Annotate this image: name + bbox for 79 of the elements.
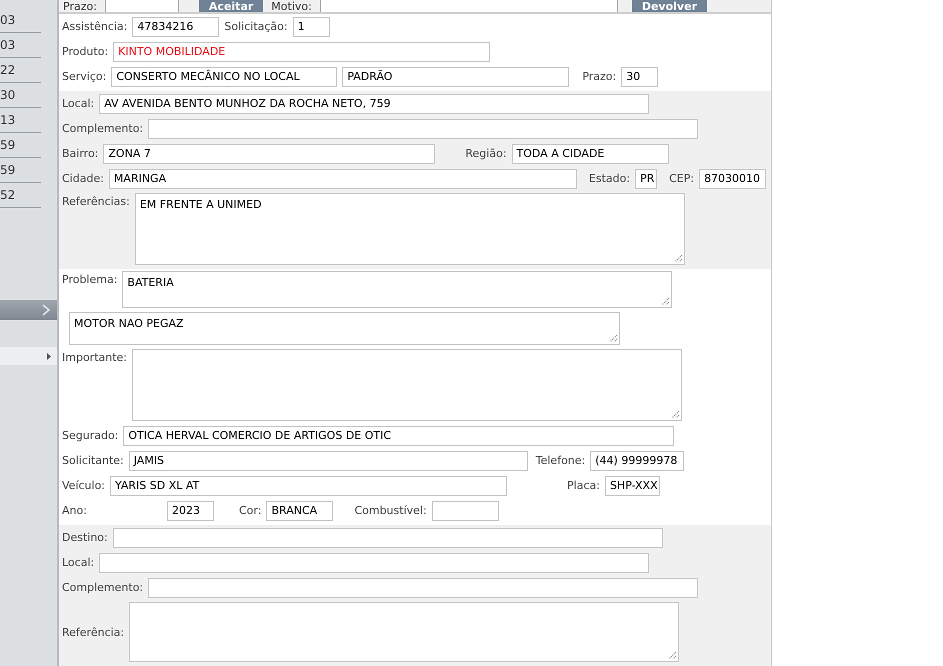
text-field[interactable]: AV AVENIDA BENTO MUNHOZ DA ROCHA NETO, 759 [99,94,650,114]
text-field[interactable]: 2023 [167,500,214,520]
field-label: Combustível: [354,504,427,517]
sidebar-item[interactable]: 30 [0,88,16,102]
text-field[interactable] [148,578,698,598]
collapse-bar[interactable] [0,300,57,320]
field-label: Prazo: [582,70,616,83]
text-field[interactable] [112,528,663,548]
text-field[interactable]: PR [635,168,658,188]
field-label: Problema: [62,273,118,286]
field-label: Região: [465,147,507,160]
chevron-right-icon [42,304,51,316]
text-field[interactable]: JAMIS [128,450,528,470]
text-area[interactable]: BATERIA [122,271,672,308]
text-field[interactable]: SHP-XXX [604,476,660,496]
field-label: Serviço: [62,70,106,83]
field-label: CEP: [669,172,694,185]
text-field[interactable]: CONSERTO MECÂNICO NO LOCAL [111,66,338,86]
text-field[interactable] [148,118,698,138]
triangle-right-icon [47,352,51,360]
field-label: Estado: [588,172,630,185]
field-label: Complemento: [62,581,144,594]
text-field[interactable]: ZONA 7 [103,144,436,164]
text-field[interactable]: BRANCA [266,500,334,520]
field-label: Motivo: [271,0,312,12]
field-label: Destino: [62,531,108,544]
resize-grip-icon [661,297,670,306]
text-field[interactable]: (44) 99999978 [590,450,684,470]
field-label: Assistência: [62,20,128,33]
sidebar-item[interactable]: 52 [0,188,16,202]
text-area[interactable] [132,349,682,421]
text-field[interactable] [99,552,650,572]
text-field[interactable]: YARIS SD XL AT [110,476,508,496]
text-field[interactable] [104,0,179,12]
sidebar-item[interactable]: 59 [0,163,16,177]
field-label: Local: [62,556,94,569]
field-label: Segurado: [62,429,118,442]
field-label: Bairro: [62,147,98,160]
sidebar-item[interactable]: 13 [0,113,16,127]
text-field[interactable]: 87030010 [699,168,766,188]
text-area[interactable]: EM FRENTE A UNIMED [134,193,685,265]
field-label: Cor: [239,504,262,517]
text-area[interactable]: MOTOR NAO PEGAZ [69,312,620,345]
field-label: Referências: [62,195,130,208]
resize-grip-icon [609,334,618,343]
field-label: Referência: [62,626,124,638]
text-field[interactable]: 30 [621,66,658,86]
field-label: Solicitante: [62,454,124,467]
text-field[interactable]: PADRÃO [342,66,570,86]
field-label: Prazo: [63,0,97,12]
text-field[interactable] [320,0,618,12]
field-label: Telefone: [536,454,586,467]
accept-button[interactable]: Aceitar [198,0,264,12]
text-field[interactable]: 1 [292,16,330,36]
field-label: Cidade: [62,172,104,185]
resize-grip-icon [668,651,678,660]
text-field[interactable] [432,500,499,520]
text-field[interactable]: OTICA HERVAL COMERCIO DE ARTIGOS DE OTIC [123,426,674,446]
sidebar-item[interactable]: 03 [0,38,16,52]
field-label: Placa: [567,479,600,492]
field-label: Veículo: [62,479,106,492]
text-field[interactable]: TODA A CIDADE [512,144,669,164]
text-field[interactable]: KINTO MOBILIDADE [113,42,490,62]
field-label: Produto: [62,45,108,58]
resize-grip-icon [674,254,683,263]
sidebar-item[interactable]: 59 [0,138,16,152]
field-label: Complemento: [62,122,144,135]
field-label: Ano: [62,504,88,517]
return-button[interactable]: Devolver [632,0,707,12]
text-field[interactable]: 47834216 [132,16,220,36]
text-area[interactable] [129,602,680,662]
field-label: Importante: [62,351,128,364]
sidebar-item[interactable]: 03 [0,13,16,27]
text-field[interactable]: MARINGA [108,168,577,188]
field-label: Local: [62,97,94,110]
submenu-row[interactable] [0,347,57,365]
sidebar-item[interactable]: 22 [0,63,16,77]
field-label: Solicitação: [224,20,288,33]
resize-grip-icon [671,410,680,419]
